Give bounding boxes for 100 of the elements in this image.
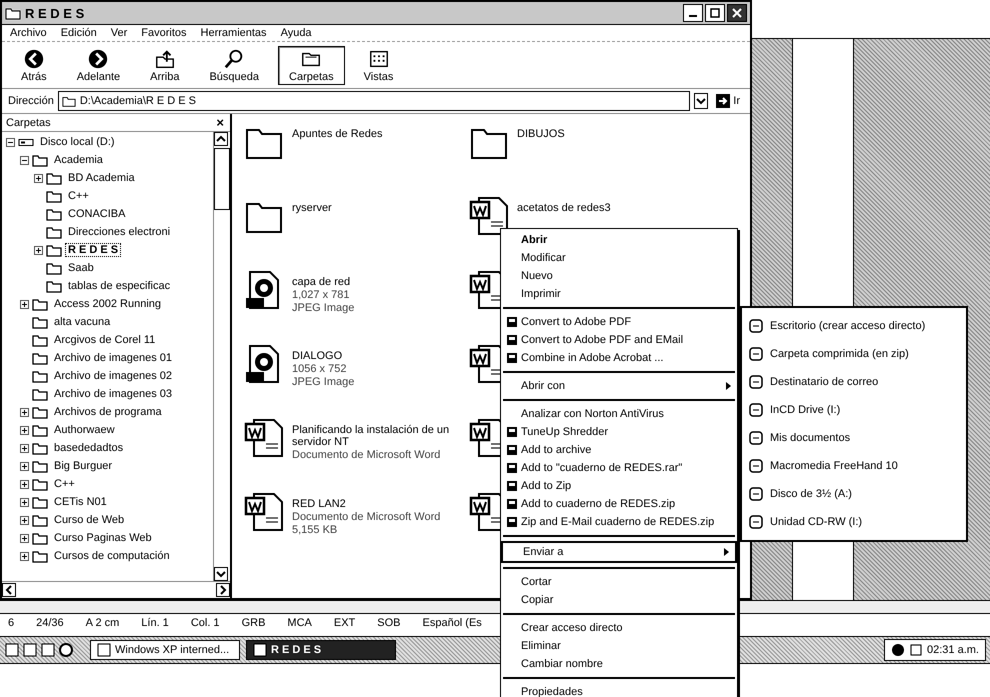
tree-item[interactable]: CONACIBA (65, 207, 128, 221)
menu-item[interactable]: Nuevo (501, 267, 737, 285)
document-icon[interactable] (244, 492, 284, 532)
expand-icon[interactable] (34, 174, 43, 182)
tree-item[interactable]: Saab (65, 261, 97, 275)
tree-item[interactable]: Arcgivos de Corel 11 (51, 333, 158, 347)
menu-item[interactable]: Favoritos (141, 27, 187, 39)
menu-item[interactable]: TuneUp Shredder (501, 423, 737, 441)
menu-item[interactable]: Destinatario de correo (742, 368, 966, 396)
expand-icon[interactable] (20, 426, 29, 434)
menu-item[interactable]: Crear acceso directo (501, 619, 737, 637)
tree-item[interactable]: Cursos de computación (51, 549, 173, 563)
expand-icon[interactable] (20, 300, 29, 308)
tree-item[interactable]: Disco local (D:) (37, 135, 118, 149)
menu-item[interactable]: Unidad CD-RW (I:) (742, 508, 966, 536)
file-name[interactable]: DIALOGO (292, 350, 354, 362)
menu-item[interactable]: Modificar (501, 249, 737, 267)
menu-item[interactable]: Enviar a (501, 541, 737, 563)
scroll-down-icon[interactable] (214, 567, 228, 581)
file-name[interactable]: RED LAN2 (292, 498, 440, 510)
menu-item[interactable]: Analizar con Norton AntiVirus (501, 405, 737, 423)
menu-item[interactable]: Ayuda (280, 27, 312, 39)
menu-item[interactable]: InCD Drive (I:) (742, 396, 966, 424)
menu-item[interactable]: Cortar (501, 573, 737, 591)
tree-item[interactable]: C++ (65, 189, 92, 203)
tree-item[interactable]: R E D E S (65, 243, 122, 257)
file-name[interactable]: ryserver (292, 202, 332, 214)
menu-item[interactable]: Copiar (501, 591, 737, 609)
menu-item[interactable]: Abrir con (501, 377, 737, 395)
menu-item[interactable]: Propiedades (501, 683, 737, 697)
menu-item[interactable]: Imprimir (501, 285, 737, 303)
tree-item[interactable]: Academia (51, 153, 106, 167)
menu-item[interactable]: Add to cuaderno de REDES.zip (501, 495, 737, 513)
document-icon[interactable] (469, 196, 509, 236)
tree-item[interactable]: Authorwaew (51, 423, 118, 437)
tree-item[interactable]: C++ (51, 477, 78, 491)
address-field[interactable]: D:\Academia\R E D E S (58, 91, 690, 111)
tree-item[interactable]: Archivo de imagenes 03 (51, 387, 176, 401)
expand-icon[interactable] (34, 246, 43, 254)
expand-icon[interactable] (20, 444, 29, 452)
tree-item[interactable]: alta vacuna (51, 315, 114, 329)
tree-item[interactable]: Big Burguer (51, 459, 116, 473)
scroll-right-icon[interactable] (216, 583, 230, 597)
toolbar-button[interactable]: Carpetas (278, 46, 345, 84)
tree-item[interactable]: BD Academia (65, 171, 138, 185)
tree-item[interactable]: basededadtos (51, 441, 126, 455)
file-name[interactable]: capa de red (292, 276, 354, 288)
expand-icon[interactable] (20, 480, 29, 488)
menu-item[interactable]: Archivo (10, 27, 47, 39)
expand-icon[interactable] (20, 498, 29, 506)
expand-icon[interactable] (20, 408, 29, 416)
menu-item[interactable]: Add to archive (501, 441, 737, 459)
scrollbar[interactable] (213, 132, 230, 581)
file-name[interactable]: DIBUJOS (517, 128, 565, 140)
tree-item[interactable]: Curso Paginas Web (51, 531, 155, 545)
menu-item[interactable]: Add to Zip (501, 477, 737, 495)
expand-icon[interactable] (20, 462, 29, 470)
tree-item[interactable]: Direcciones electroni (65, 225, 174, 239)
menu-item[interactable]: Convert to Adobe PDF and EMail (501, 331, 737, 349)
tray-icon[interactable] (909, 643, 924, 657)
close-button[interactable] (727, 4, 747, 22)
menu-item[interactable]: Disco de 3½ (A:) (742, 480, 966, 508)
taskbar-button[interactable]: R E D E S (246, 640, 396, 660)
tree-item[interactable]: Access 2002 Running (51, 297, 164, 311)
expand-icon[interactable] (20, 552, 29, 560)
collapse-icon[interactable] (6, 138, 15, 146)
expand-icon[interactable] (20, 534, 29, 542)
tree-item[interactable]: Curso de Web (51, 513, 128, 527)
taskbar-button[interactable]: Windows XP interned... (90, 640, 240, 660)
expand-icon[interactable] (20, 516, 29, 524)
menu-item[interactable]: Zip and E-Mail cuaderno de REDES.zip (501, 513, 737, 531)
maximize-button[interactable] (705, 4, 725, 22)
menu-item[interactable]: Ver (110, 27, 128, 39)
scroll-up-icon[interactable] (214, 132, 228, 146)
file-name[interactable]: acetatos de redes3 (517, 202, 611, 214)
menu-item[interactable]: Combine in Adobe Acrobat ... (501, 349, 737, 367)
tree-item[interactable]: Archivo de imagenes 02 (51, 369, 176, 383)
menu-item[interactable]: Mis documentos (742, 424, 966, 452)
collapse-icon[interactable] (20, 156, 29, 164)
menu-item[interactable]: Convert to Adobe PDF (501, 313, 737, 331)
tree-item[interactable]: Archivo de imagenes 01 (51, 351, 176, 365)
scrollbar[interactable] (2, 581, 230, 598)
menu-item[interactable]: Macromedia FreeHand 10 (742, 452, 966, 480)
tray-icon[interactable] (891, 643, 906, 657)
menu-item[interactable]: Add to "cuaderno de REDES.rar" (501, 459, 737, 477)
document-icon[interactable] (244, 418, 284, 458)
file-name[interactable]: Apuntes de Redes (292, 128, 383, 140)
menu-item[interactable]: Edición (60, 27, 97, 39)
menu-item[interactable]: Escritorio (crear acceso directo) (742, 312, 966, 340)
menu-item[interactable]: Carpeta comprimida (en zip) (742, 340, 966, 368)
menu-item[interactable]: Eliminar (501, 637, 737, 655)
scrollbar-thumb[interactable] (214, 148, 230, 210)
file-name[interactable]: Planificando la instalación de un servidor NT (292, 424, 469, 448)
tree-item[interactable]: tablas de especificac (65, 279, 174, 293)
menu-item[interactable]: Herramientas (200, 27, 267, 39)
tree-item[interactable]: Archivos de programa (51, 405, 165, 419)
menu-item[interactable]: Abrir (501, 231, 737, 249)
minimize-button[interactable] (683, 4, 703, 22)
menu-item[interactable]: Cambiar nombre (501, 655, 737, 673)
tree-item[interactable]: CETis N01 (51, 495, 110, 509)
